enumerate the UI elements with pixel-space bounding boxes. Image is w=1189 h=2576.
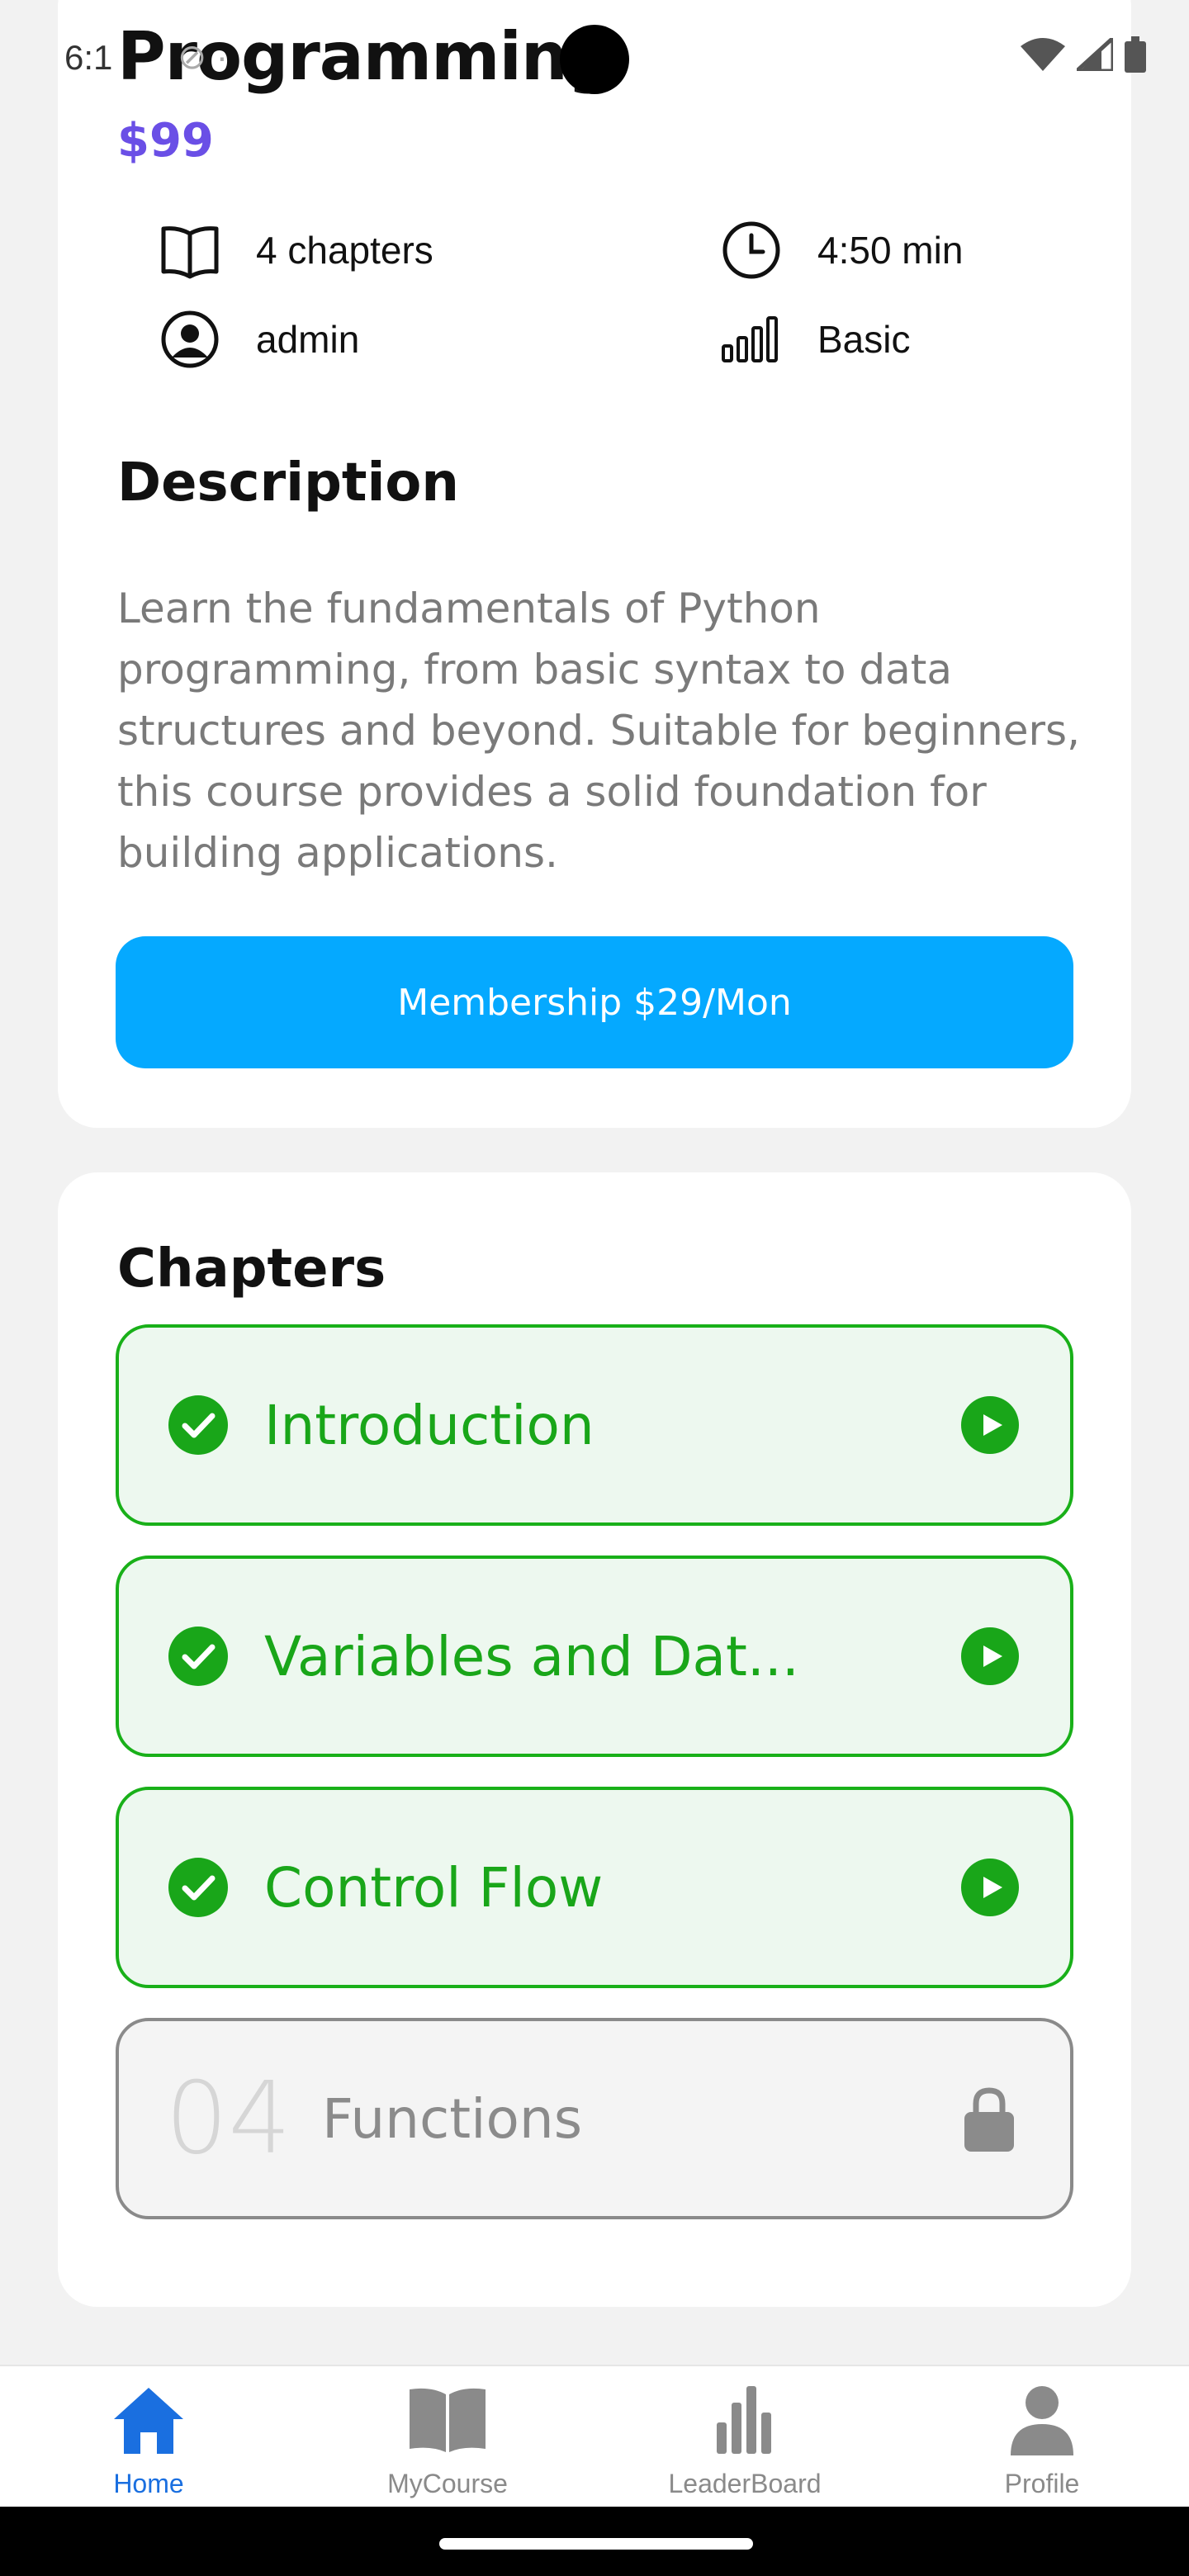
meta-chapters: 4 chapters (157, 213, 433, 287)
chapter-title: Functions (322, 2086, 583, 2151)
signal-icon (1077, 38, 1113, 71)
nav-profile-label: Profile (1004, 2469, 1080, 2498)
book-icon (410, 2388, 486, 2452)
nav-leaderboard[interactable]: LeaderBoard (621, 2366, 869, 2508)
nav-home[interactable]: Home (25, 2366, 272, 2508)
check-circle-icon (168, 1395, 228, 1455)
check-circle-icon (168, 1627, 228, 1686)
status-icons (1021, 36, 1146, 73)
nav-home-label: Home (113, 2469, 184, 2498)
open-book-icon (161, 226, 219, 279)
chapters-card: Chapters Introduction Variables and Dat.… (58, 1172, 1131, 2307)
chapter-item[interactable]: Variables and Dat... (116, 1556, 1073, 1757)
person-icon (1011, 2386, 1073, 2455)
nav-mycourse[interactable]: MyCourse (324, 2366, 571, 2508)
chapters-heading: Chapters (117, 1238, 386, 1300)
course-price: $99 (117, 114, 214, 168)
signal-bars-icon (722, 316, 778, 362)
membership-button[interactable]: Membership $29/Mon (116, 936, 1073, 1068)
nav-profile[interactable]: Profile (918, 2366, 1166, 2508)
play-circle-icon[interactable] (961, 1396, 1019, 1454)
course-description: Learn the fundamentals of Python program… (117, 585, 1080, 877)
chapter-number: 04 (165, 2061, 291, 2176)
chapter-item-locked[interactable]: 04 Functions (116, 2018, 1073, 2219)
chapter-item[interactable]: Introduction (116, 1324, 1073, 1526)
meta-author: admin (157, 302, 359, 376)
bar-chart-icon (717, 2386, 771, 2454)
chapter-title: Control Flow (264, 1855, 604, 1920)
meta-author-label: admin (256, 318, 360, 361)
chapter-title: Variables and Dat... (264, 1624, 799, 1688)
chapter-title: Introduction (264, 1393, 594, 1457)
course-info-card: Programming $99 4 chapters 4:50 min admi… (58, 0, 1131, 1128)
user-circle-icon (161, 310, 219, 368)
home-icon (114, 2388, 183, 2454)
meta-duration: 4:50 min (718, 213, 963, 287)
gesture-handle[interactable] (439, 2538, 753, 2550)
meta-chapters-label: 4 chapters (256, 229, 433, 272)
play-circle-icon[interactable] (961, 1627, 1019, 1685)
battery-icon (1125, 36, 1146, 73)
meta-level-label: Basic (817, 318, 911, 361)
meta-level: Basic (718, 302, 910, 376)
meta-duration-label: 4:50 min (817, 229, 964, 272)
status-bar: 6:1 ⊘ · (0, 0, 1189, 116)
chapter-item[interactable]: Control Flow (116, 1787, 1073, 1988)
bottom-navigation: Home MyCourse LeaderBoard Profile (0, 2365, 1189, 2507)
description-heading: Description (117, 452, 459, 514)
clock-icon (722, 221, 780, 279)
nav-mycourse-label: MyCourse (387, 2469, 508, 2498)
nav-leaderboard-label: LeaderBoard (668, 2469, 822, 2498)
status-time: 6:1 (64, 38, 113, 77)
play-circle-icon[interactable] (961, 1859, 1019, 1916)
check-circle-icon (168, 1858, 228, 1917)
wifi-icon (1021, 38, 1065, 71)
status-notification-icons: ⊘ · (178, 37, 228, 76)
lock-icon (964, 2087, 1014, 2152)
camera-cutout (560, 25, 629, 94)
